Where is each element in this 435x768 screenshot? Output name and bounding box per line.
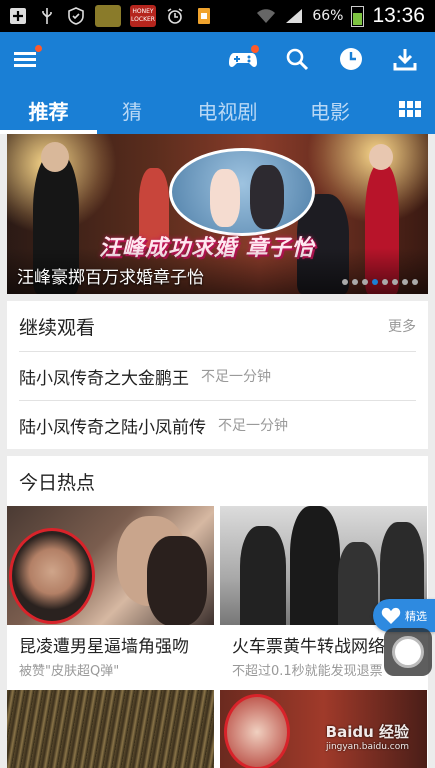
thumbnail bbox=[7, 690, 214, 768]
status-bar: HONEY LOCKER 66% 13:36 bbox=[0, 0, 435, 32]
assistive-touch-button[interactable] bbox=[384, 628, 432, 676]
carousel-dot[interactable] bbox=[412, 279, 418, 285]
honey-locker-icon: HONEY LOCKER bbox=[130, 5, 156, 27]
more-link[interactable]: 更多 bbox=[388, 316, 416, 336]
inset-photo bbox=[169, 148, 315, 236]
tab-tv-series[interactable]: 电视剧 bbox=[180, 86, 275, 134]
carousel-dot[interactable] bbox=[392, 279, 398, 285]
section-title: 今日热点 bbox=[19, 471, 96, 494]
carousel-dot[interactable] bbox=[342, 279, 348, 285]
file-icon bbox=[194, 7, 214, 25]
battery-icon bbox=[351, 5, 365, 27]
game-button[interactable] bbox=[229, 45, 259, 73]
history-button[interactable] bbox=[337, 45, 365, 73]
banner-caption: 汪峰豪掷百万求婚章子怡 bbox=[17, 268, 204, 288]
menu-icon bbox=[14, 52, 36, 55]
avatar bbox=[224, 694, 290, 768]
watch-progress: 不足一分钟 bbox=[201, 369, 271, 385]
video-title: 陆小凤传奇之大金鹏王 bbox=[19, 368, 189, 389]
notification-dot bbox=[35, 45, 42, 52]
thumbnail bbox=[7, 506, 214, 625]
usb-icon bbox=[37, 7, 57, 25]
carousel-dot[interactable] bbox=[352, 279, 358, 285]
list-item[interactable]: 陆小凤传奇之陆小凤前传 不足一分钟 bbox=[19, 400, 416, 449]
alarm-icon bbox=[165, 7, 185, 25]
grid-icon[interactable] bbox=[399, 101, 421, 117]
news-tile[interactable]: 昆凌遭男星逼墙角强吻 被赞"皮肤超Q弹" bbox=[7, 506, 214, 686]
clock: 13:36 bbox=[372, 4, 425, 27]
news-subtitle: 被赞"皮肤超Q弹" bbox=[19, 664, 120, 679]
app-icon bbox=[95, 5, 121, 27]
featured-banner[interactable]: 汪峰成功求婚 章子怡 汪峰豪掷百万求婚章子怡 bbox=[7, 134, 428, 294]
menu-button[interactable] bbox=[14, 45, 42, 68]
news-subtitle: 不超过0.1秒就能发现退票 bbox=[232, 664, 383, 679]
download-button[interactable] bbox=[391, 45, 419, 73]
carousel-dots bbox=[342, 279, 418, 285]
tab-guess[interactable]: 猜 bbox=[100, 86, 164, 134]
watermark: Baidu 经验 jingyan.baidu.com bbox=[325, 723, 409, 752]
shield-icon bbox=[66, 7, 86, 25]
carousel-dot[interactable] bbox=[402, 279, 408, 285]
avatar bbox=[9, 528, 95, 624]
notification-dot bbox=[251, 45, 259, 53]
heart-icon bbox=[381, 607, 401, 624]
category-tabs: 推荐 猜 电视剧 电影 bbox=[0, 86, 435, 134]
carousel-dot[interactable] bbox=[372, 279, 378, 285]
float-label: 精选 bbox=[405, 609, 427, 623]
signal-icon bbox=[284, 7, 304, 25]
video-title: 陆小凤传奇之陆小凤前传 bbox=[19, 417, 206, 438]
tab-recommend[interactable]: 推荐 bbox=[0, 86, 97, 134]
add-icon bbox=[8, 7, 28, 25]
news-tile[interactable] bbox=[7, 690, 214, 768]
news-title: 火车票黄牛转战网络 bbox=[232, 637, 385, 657]
tab-movies[interactable]: 电影 bbox=[290, 86, 370, 134]
battery-percent: 66% bbox=[312, 8, 344, 24]
carousel-dot[interactable] bbox=[382, 279, 388, 285]
watch-progress: 不足一分钟 bbox=[218, 418, 288, 434]
wifi-icon bbox=[256, 7, 276, 25]
continue-watching-card: 继续观看 更多 陆小凤传奇之大金鹏王 不足一分钟 陆小凤传奇之陆小凤前传 不足一… bbox=[7, 301, 428, 449]
circle-icon bbox=[392, 636, 424, 668]
section-title: 继续观看 bbox=[19, 316, 96, 339]
clock-icon bbox=[340, 48, 362, 70]
carousel-dot[interactable] bbox=[362, 279, 368, 285]
app-header bbox=[0, 32, 435, 86]
search-button[interactable] bbox=[283, 45, 311, 73]
download-icon bbox=[393, 49, 417, 71]
news-title: 昆凌遭男星逼墙角强吻 bbox=[19, 637, 189, 657]
list-item[interactable]: 陆小凤传奇之大金鹏王 不足一分钟 bbox=[19, 351, 416, 400]
search-icon bbox=[286, 48, 309, 71]
